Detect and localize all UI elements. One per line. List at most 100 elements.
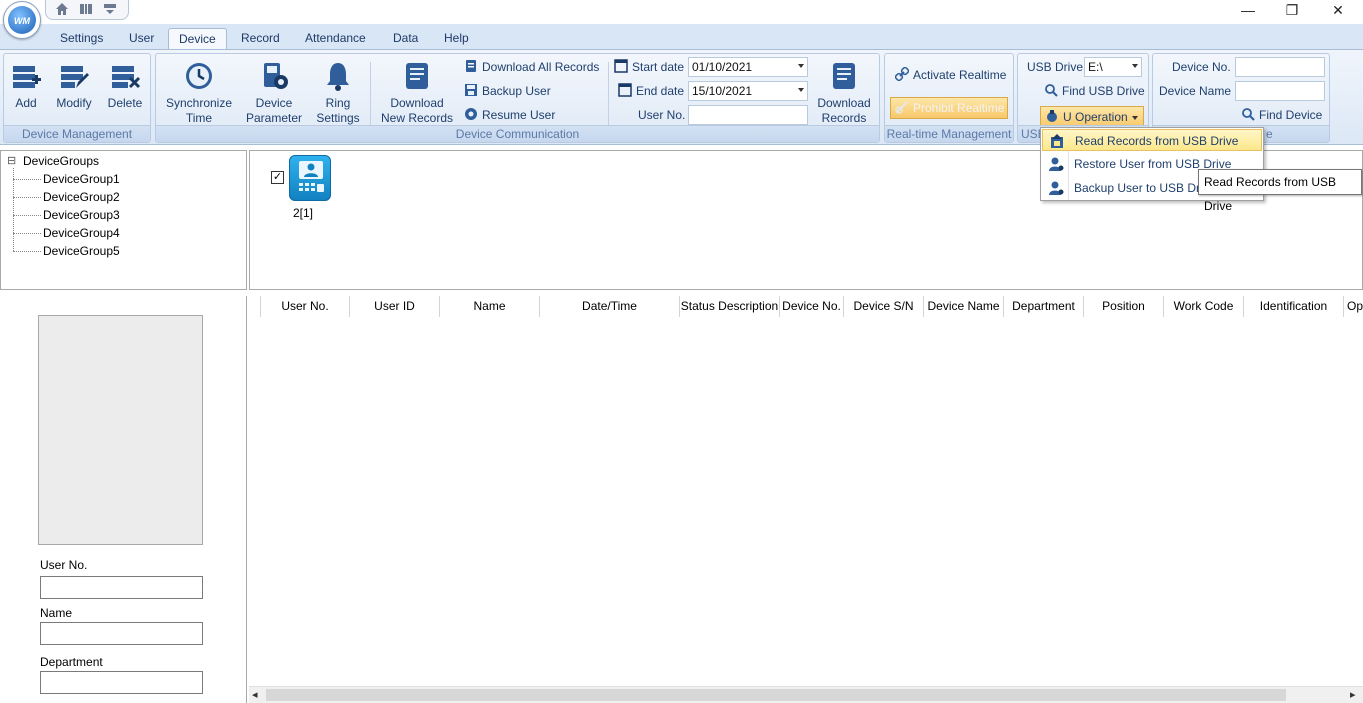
chevron-down-icon bbox=[798, 88, 804, 92]
download-all-records-button[interactable]: Download All Records bbox=[464, 57, 599, 77]
add-device-icon bbox=[10, 60, 42, 92]
group-title-realtime: Real-time Management bbox=[885, 125, 1013, 142]
app-logo[interactable]: WM bbox=[3, 1, 41, 39]
column-header[interactable]: User No. bbox=[261, 296, 350, 317]
find-device-label: Find Device bbox=[1259, 108, 1323, 122]
calendar-icon bbox=[614, 59, 628, 73]
download-doc-icon bbox=[401, 60, 433, 92]
prohibit-realtime-button[interactable]: Prohibit Realtime bbox=[890, 97, 1008, 119]
device-gear-icon bbox=[258, 60, 290, 92]
ring-settings-button[interactable]: Ring Settings bbox=[312, 60, 364, 128]
scroll-left-icon[interactable]: ◂ bbox=[252, 688, 258, 701]
department-info-label: Department bbox=[40, 655, 103, 669]
tab-settings[interactable]: Settings bbox=[50, 28, 113, 50]
home-icon[interactable] bbox=[54, 2, 70, 16]
column-header[interactable]: Work Code bbox=[1164, 296, 1244, 317]
column-header[interactable]: Name bbox=[440, 296, 540, 317]
read-records-icon bbox=[1051, 134, 1063, 148]
horizontal-scrollbar[interactable]: ◂ ▸ bbox=[249, 686, 1363, 703]
tab-user[interactable]: User bbox=[119, 28, 164, 50]
device-name-input[interactable] bbox=[1235, 81, 1325, 101]
activate-realtime-label: Activate Realtime bbox=[913, 68, 1007, 82]
tree-item-devicegroup4[interactable]: DeviceGroup4 bbox=[43, 225, 120, 241]
close-button[interactable]: ✕ bbox=[1315, 0, 1361, 22]
download-records-button[interactable]: Download Records bbox=[812, 60, 876, 128]
tab-bar: Settings User Device Record Attendance D… bbox=[0, 24, 1363, 50]
column-header[interactable]: Status Description bbox=[680, 296, 780, 317]
group-title-device-communication: Device Communication bbox=[156, 125, 879, 142]
user-no-input[interactable] bbox=[688, 105, 808, 125]
column-header[interactable]: Department bbox=[1004, 296, 1084, 317]
chevron-down-icon bbox=[1132, 116, 1138, 120]
calendar-icon bbox=[618, 83, 632, 97]
backup-user-icon bbox=[465, 84, 477, 96]
modify-button[interactable]: Modify bbox=[52, 60, 96, 128]
separator bbox=[370, 62, 371, 126]
tree-item-devicegroup1[interactable]: DeviceGroup1 bbox=[43, 171, 120, 187]
u-operation-label: U Operation bbox=[1063, 110, 1128, 124]
download-new-line1: Download bbox=[390, 96, 444, 110]
column-header[interactable]: Date/Time bbox=[540, 296, 680, 317]
quick-access-toolbar bbox=[45, 0, 129, 20]
collapse-icon[interactable]: ⊟ bbox=[7, 154, 16, 167]
user-info-panel: User No. Name Department bbox=[0, 296, 247, 703]
tree-root[interactable]: DeviceGroups bbox=[23, 153, 99, 169]
activate-realtime-button[interactable]: Activate Realtime bbox=[895, 65, 1006, 85]
usb-drive-value: E:\ bbox=[1088, 60, 1103, 74]
ring-settings-line1: Ring bbox=[325, 96, 351, 110]
synchronize-time-button[interactable]: Synchronize Time bbox=[162, 60, 236, 128]
department-info-field[interactable] bbox=[40, 671, 203, 694]
menu-item-label: Backup User to USB Drive bbox=[1074, 181, 1216, 195]
bell-icon bbox=[322, 60, 354, 92]
end-date-value: 15/10/2021 bbox=[692, 84, 753, 98]
tab-help[interactable]: Help bbox=[434, 28, 479, 50]
grid-header: User No. User ID Name Date/Time Status D… bbox=[249, 296, 1363, 317]
tab-attendance[interactable]: Attendance bbox=[295, 28, 376, 50]
minimize-button[interactable]: — bbox=[1225, 0, 1271, 22]
column-header[interactable]: Identification bbox=[1244, 296, 1344, 317]
resume-user-label: Resume User bbox=[482, 108, 556, 122]
start-date-picker[interactable]: 01/10/2021 bbox=[688, 57, 808, 77]
device-terminal-icon[interactable] bbox=[289, 155, 331, 201]
device-parameter-button[interactable]: Device Parameter bbox=[242, 60, 306, 128]
download-new-records-button[interactable]: Download New Records bbox=[380, 60, 454, 128]
name-info-field[interactable] bbox=[40, 622, 203, 645]
column-header[interactable]: User ID bbox=[350, 296, 440, 317]
user-no-info-field[interactable] bbox=[40, 576, 203, 599]
resume-user-button[interactable]: Resume User bbox=[464, 105, 555, 125]
menu-item-read-records-from-usb[interactable]: Read Records from USB Drive bbox=[1042, 129, 1262, 151]
add-button[interactable]: Add bbox=[6, 60, 46, 128]
backup-user-button[interactable]: Backup User bbox=[464, 81, 551, 101]
tree-item-devicegroup5[interactable]: DeviceGroup5 bbox=[43, 243, 120, 259]
restore-button[interactable]: ❐ bbox=[1269, 0, 1315, 22]
tab-data[interactable]: Data bbox=[383, 28, 428, 50]
usb-drive-select[interactable]: E:\ bbox=[1084, 57, 1142, 77]
find-device-button[interactable]: Find Device bbox=[1241, 105, 1322, 125]
device-no-input[interactable] bbox=[1235, 57, 1325, 77]
find-usb-drive-button[interactable]: Find USB Drive bbox=[1044, 81, 1145, 101]
document-icon bbox=[466, 60, 476, 72]
scroll-right-icon[interactable]: ▸ bbox=[1350, 688, 1356, 701]
tree-item-devicegroup2[interactable]: DeviceGroup2 bbox=[43, 189, 120, 205]
column-header[interactable]: Op bbox=[1344, 296, 1363, 317]
tab-record[interactable]: Record bbox=[231, 28, 290, 50]
end-date-picker[interactable]: 15/10/2021 bbox=[688, 81, 808, 101]
download-new-line2: New Records bbox=[380, 111, 454, 125]
synchronize-time-line2: Time bbox=[185, 111, 213, 125]
tree-item-devicegroup3[interactable]: DeviceGroup3 bbox=[43, 207, 120, 223]
app-window: — ❐ ✕ WM Settings User Device Record Att… bbox=[0, 0, 1363, 703]
dropdown-icon[interactable] bbox=[102, 2, 118, 16]
attendance-icon[interactable] bbox=[78, 2, 94, 16]
scrollbar-thumb[interactable] bbox=[266, 689, 1286, 701]
tab-device[interactable]: Device bbox=[168, 28, 227, 50]
delete-button[interactable]: Delete bbox=[104, 60, 146, 128]
column-header[interactable]: Device Name bbox=[924, 296, 1004, 317]
column-header[interactable]: Device S/N bbox=[844, 296, 924, 317]
device-checkbox[interactable]: ✓ bbox=[271, 171, 284, 184]
column-header[interactable]: Device No. bbox=[780, 296, 844, 317]
column-header[interactable]: Position bbox=[1084, 296, 1164, 317]
find-usb-drive-label: Find USB Drive bbox=[1062, 84, 1145, 98]
title-bar: — ❐ ✕ bbox=[0, 0, 1363, 24]
device-no-label: Device No. bbox=[1172, 60, 1231, 74]
start-date-label: Start date bbox=[614, 57, 684, 77]
